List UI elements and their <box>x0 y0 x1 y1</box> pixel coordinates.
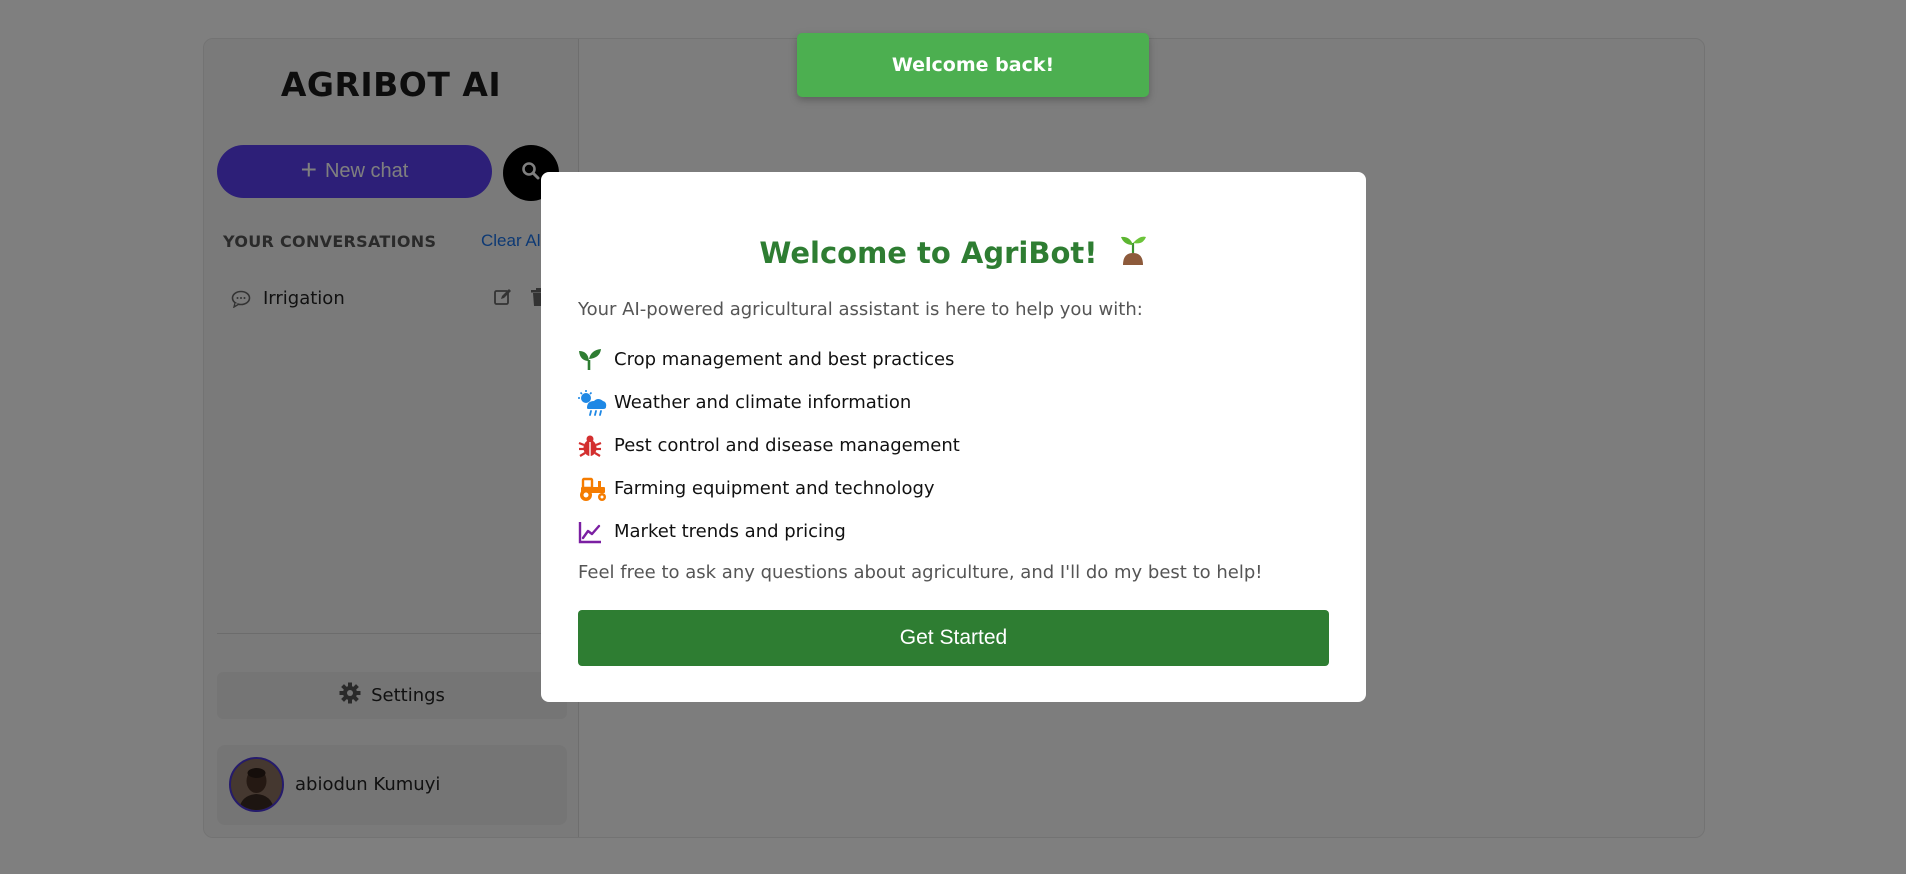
feature-list: Crop management and best practices Weath… <box>578 338 960 553</box>
seedling-icon <box>578 347 608 373</box>
modal-intro: Your AI-powered agricultural assistant i… <box>578 299 1143 320</box>
feature-label: Crop management and best practices <box>614 349 955 370</box>
modal-title-text: Welcome to AgriBot! <box>759 236 1098 270</box>
modal-outro: Feel free to ask any questions about agr… <box>578 562 1263 583</box>
sprout-icon <box>1118 233 1148 272</box>
feature-label: Pest control and disease management <box>614 435 960 456</box>
tractor-icon <box>578 476 608 502</box>
list-item: Pest control and disease management <box>578 424 960 467</box>
get-started-button[interactable]: Get Started <box>578 610 1329 666</box>
get-started-label: Get Started <box>899 626 1008 649</box>
feature-label: Farming equipment and technology <box>614 478 935 499</box>
feature-label: Weather and climate information <box>614 392 912 413</box>
list-item: Weather and climate information <box>578 381 960 424</box>
modal-title: Welcome to AgriBot! <box>541 236 1366 272</box>
toast-notification: Welcome back! <box>797 33 1149 97</box>
cloud-sun-rain-icon <box>578 389 608 416</box>
list-item: Farming equipment and technology <box>578 467 960 510</box>
list-item: Crop management and best practices <box>578 338 960 381</box>
feature-label: Market trends and pricing <box>614 521 846 542</box>
chart-line-icon <box>578 519 608 545</box>
bug-icon <box>578 433 608 459</box>
list-item: Market trends and pricing <box>578 510 960 553</box>
welcome-modal: Welcome to AgriBot! Your AI-powered agri… <box>541 172 1366 702</box>
toast-message: Welcome back! <box>891 54 1055 76</box>
